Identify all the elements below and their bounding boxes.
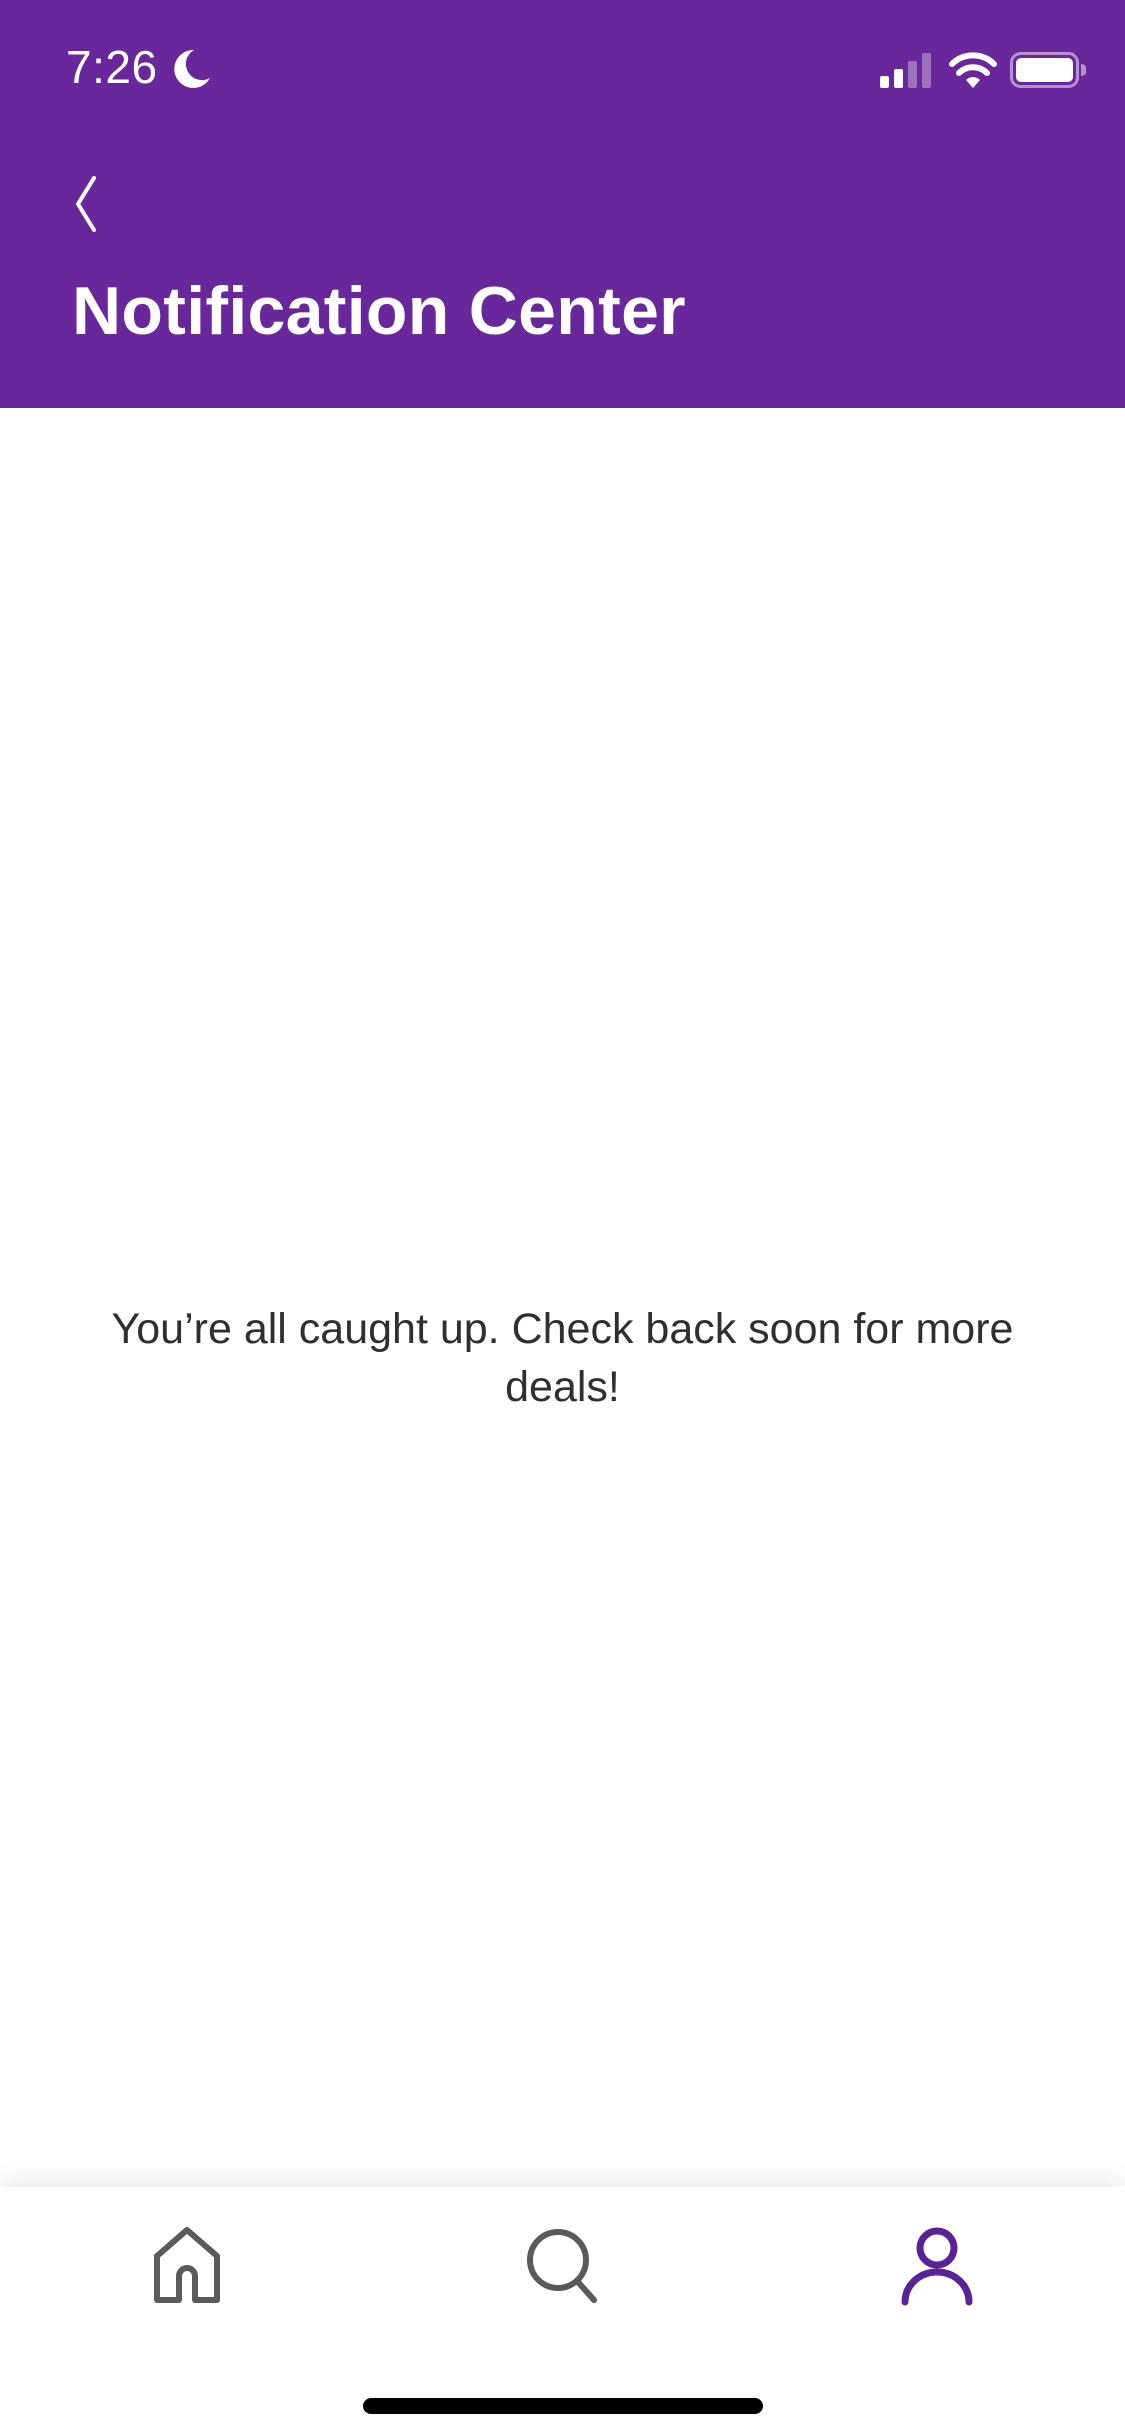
- cellular-signal-icon: [880, 53, 931, 88]
- tab-search[interactable]: [522, 2226, 602, 2306]
- tab-account[interactable]: [897, 2226, 977, 2306]
- empty-state-message: You’re all caught up. Check back soon fo…: [111, 1305, 1014, 1411]
- moon-icon: [174, 49, 210, 88]
- tab-home[interactable]: [147, 2226, 227, 2306]
- header-bar: 7:26 Notification Center: [0, 0, 1125, 408]
- wifi-icon: [949, 52, 997, 88]
- page-title: Notification Center: [72, 273, 686, 349]
- chevron-left-icon: [76, 176, 96, 232]
- back-button[interactable]: [64, 164, 120, 236]
- battery-icon: [1010, 52, 1086, 88]
- status-time: 7:26: [66, 41, 158, 93]
- search-icon: [527, 2229, 597, 2303]
- home-icon: [154, 2227, 220, 2303]
- person-icon: [901, 2227, 973, 2306]
- home-indicator[interactable]: [363, 2398, 763, 2414]
